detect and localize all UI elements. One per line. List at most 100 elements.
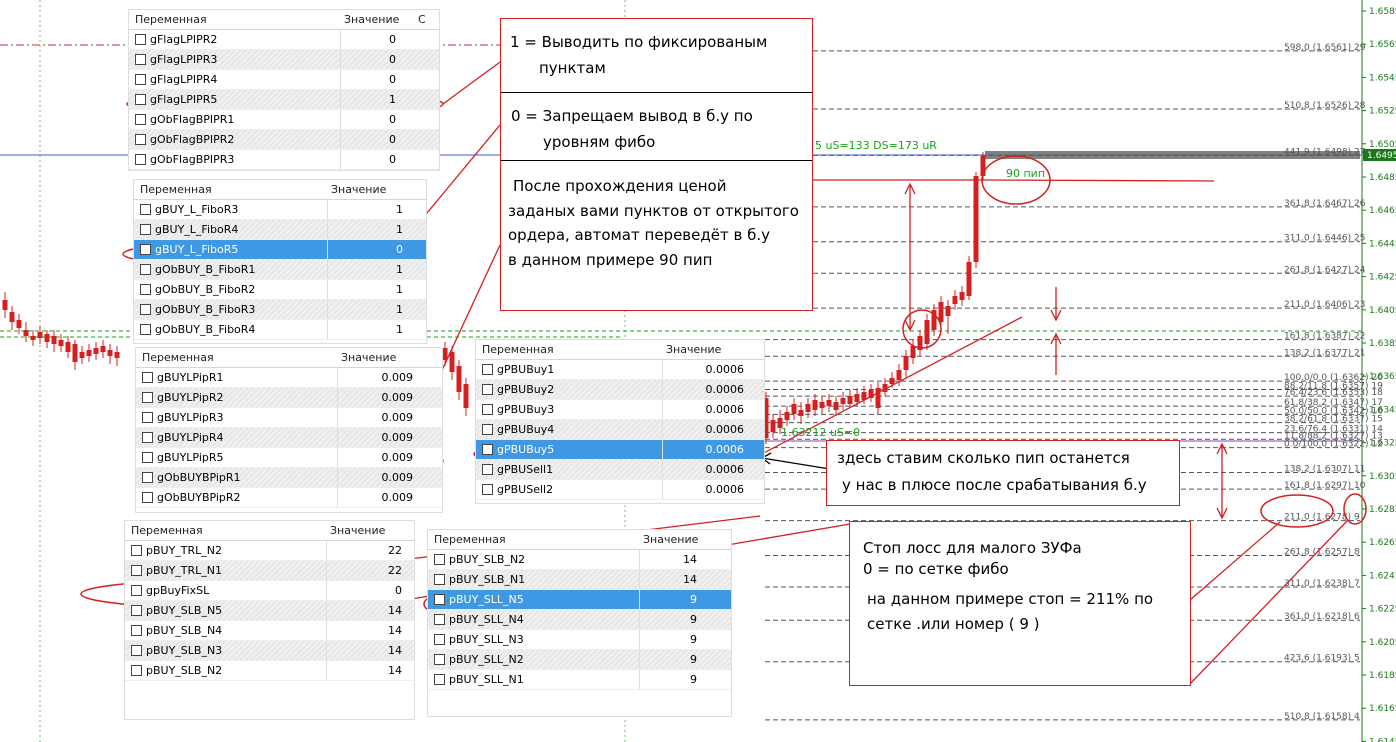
variable-value[interactable]: 0 [340,110,400,129]
row-checkbox[interactable] [142,372,153,383]
row-checkbox[interactable] [434,634,445,645]
variable-value[interactable]: 9 [639,650,701,669]
column-header-value[interactable]: Значение [338,13,404,26]
column-header-value[interactable]: Значение [324,524,410,537]
row-checkbox[interactable] [434,614,445,625]
variable-row[interactable]: gObFlagBPIPR3 0 [129,150,439,170]
variable-row[interactable]: pBUY_SLB_N2 14 [428,550,731,570]
variable-row[interactable]: gBUYLPipR5 0.009 [136,448,442,468]
variable-value[interactable]: 0 [326,581,406,600]
row-checkbox[interactable] [135,54,146,65]
variable-value[interactable]: 0.009 [337,488,417,507]
variable-value[interactable]: 14 [639,570,701,589]
column-header-variable[interactable]: Переменная [476,343,660,356]
variable-value[interactable]: 0.009 [337,428,417,447]
row-checkbox[interactable] [482,444,493,455]
variable-row[interactable]: gObFlagBPIPR1 0 [129,110,439,130]
row-checkbox[interactable] [131,665,142,676]
variable-row[interactable]: gObBUY_B_FiboR3 1 [134,300,426,320]
variable-row[interactable]: pBUY_SLL_N1 9 [428,670,731,690]
variable-row[interactable]: gpBuyFixSL 0 [125,581,414,601]
variable-value[interactable]: 0.009 [337,388,417,407]
row-checkbox[interactable] [131,645,142,656]
variable-row[interactable]: gBUY_L_FiboR3 1 [134,200,426,220]
row-checkbox[interactable] [142,432,153,443]
row-checkbox[interactable] [482,384,493,395]
variable-value[interactable]: 0 [340,150,400,169]
variable-value[interactable]: 9 [639,610,701,629]
row-checkbox[interactable] [434,654,445,665]
row-checkbox[interactable] [131,605,142,616]
variable-value[interactable]: 0.009 [337,448,417,467]
variable-value[interactable]: 1 [340,90,400,109]
variable-row[interactable]: pBUY_SLL_N3 9 [428,630,731,650]
row-checkbox[interactable] [434,574,445,585]
variable-row[interactable]: gObFlagBPIPR2 0 [129,130,439,150]
row-checkbox[interactable] [131,565,142,576]
variable-value[interactable]: 0 [327,240,407,259]
variable-row[interactable]: gPBUBuy4 0.0006 [476,420,764,440]
row-checkbox[interactable] [135,94,146,105]
column-header-variable[interactable]: Переменная [129,13,338,26]
variable-row[interactable]: gBUYLPipR2 0.009 [136,388,442,408]
variable-row[interactable]: pBUY_SLB_N2 14 [125,661,414,681]
variable-value[interactable]: 14 [326,621,406,640]
row-checkbox[interactable] [482,464,493,475]
variable-value[interactable]: 14 [326,641,406,660]
variable-value[interactable]: 0.009 [337,468,417,487]
row-checkbox[interactable] [142,452,153,463]
variable-value[interactable]: 0.0006 [662,400,748,419]
variable-row[interactable]: gPBUSell1 0.0006 [476,460,764,480]
variable-row[interactable]: pBUY_SLL_N2 9 [428,650,731,670]
variable-row[interactable]: gPBUBuy1 0.0006 [476,360,764,380]
row-checkbox[interactable] [135,154,146,165]
row-checkbox[interactable] [140,204,151,215]
variable-value[interactable]: 1 [327,200,407,219]
variable-value[interactable]: 0.009 [337,408,417,427]
variable-row[interactable]: gBUYLPipR4 0.009 [136,428,442,448]
row-checkbox[interactable] [140,324,151,335]
variable-row[interactable]: gPBUBuy2 0.0006 [476,380,764,400]
variable-value[interactable]: 22 [326,541,406,560]
variable-value[interactable]: 0 [340,130,400,149]
variable-row[interactable]: gFlagLPIPR4 0 [129,70,439,90]
variable-value[interactable]: 1 [327,260,407,279]
variable-value[interactable]: 0.0006 [662,420,748,439]
variable-row[interactable]: pBUY_SLL_N5 9 [428,590,731,610]
variable-row[interactable]: pBUY_SLB_N3 14 [125,641,414,661]
variable-row[interactable]: gPBUBuy5 0.0006 [476,440,764,460]
variable-value[interactable]: 1 [327,300,407,319]
row-checkbox[interactable] [482,364,493,375]
column-header-variable[interactable]: Переменная [134,183,325,196]
column-header-value[interactable]: Значение [660,343,752,356]
variable-value[interactable]: 22 [326,561,406,580]
row-checkbox[interactable] [142,492,153,503]
row-checkbox[interactable] [135,34,146,45]
variable-row[interactable]: gPBUBuy3 0.0006 [476,400,764,420]
row-checkbox[interactable] [135,134,146,145]
variable-row[interactable]: pBUY_TRL_N1 22 [125,561,414,581]
variable-row[interactable]: gBUY_L_FiboR4 1 [134,220,426,240]
row-checkbox[interactable] [434,554,445,565]
variable-row[interactable]: gFlagLPIPR3 0 [129,50,439,70]
variable-row[interactable]: pBUY_SLL_N4 9 [428,610,731,630]
row-checkbox[interactable] [140,244,151,255]
column-header-value[interactable]: Значение [335,351,421,364]
row-checkbox[interactable] [434,674,445,685]
variable-row[interactable]: gBUY_L_FiboR5 0 [134,240,426,260]
column-header-variable[interactable]: Переменная [136,351,335,364]
row-checkbox[interactable] [131,625,142,636]
variable-value[interactable]: 14 [326,601,406,620]
row-checkbox[interactable] [140,304,151,315]
variable-value[interactable]: 0.009 [337,368,417,387]
variable-row[interactable]: pBUY_SLB_N5 14 [125,601,414,621]
row-checkbox[interactable] [140,224,151,235]
variable-value[interactable]: 1 [327,220,407,239]
row-checkbox[interactable] [131,585,142,596]
variable-row[interactable]: gBUYLPipR3 0.009 [136,408,442,428]
row-checkbox[interactable] [482,484,493,495]
variable-row[interactable]: gFlagLPIPR5 1 [129,90,439,110]
row-checkbox[interactable] [135,114,146,125]
variable-row[interactable]: pBUY_SLB_N1 14 [428,570,731,590]
row-checkbox[interactable] [140,284,151,295]
